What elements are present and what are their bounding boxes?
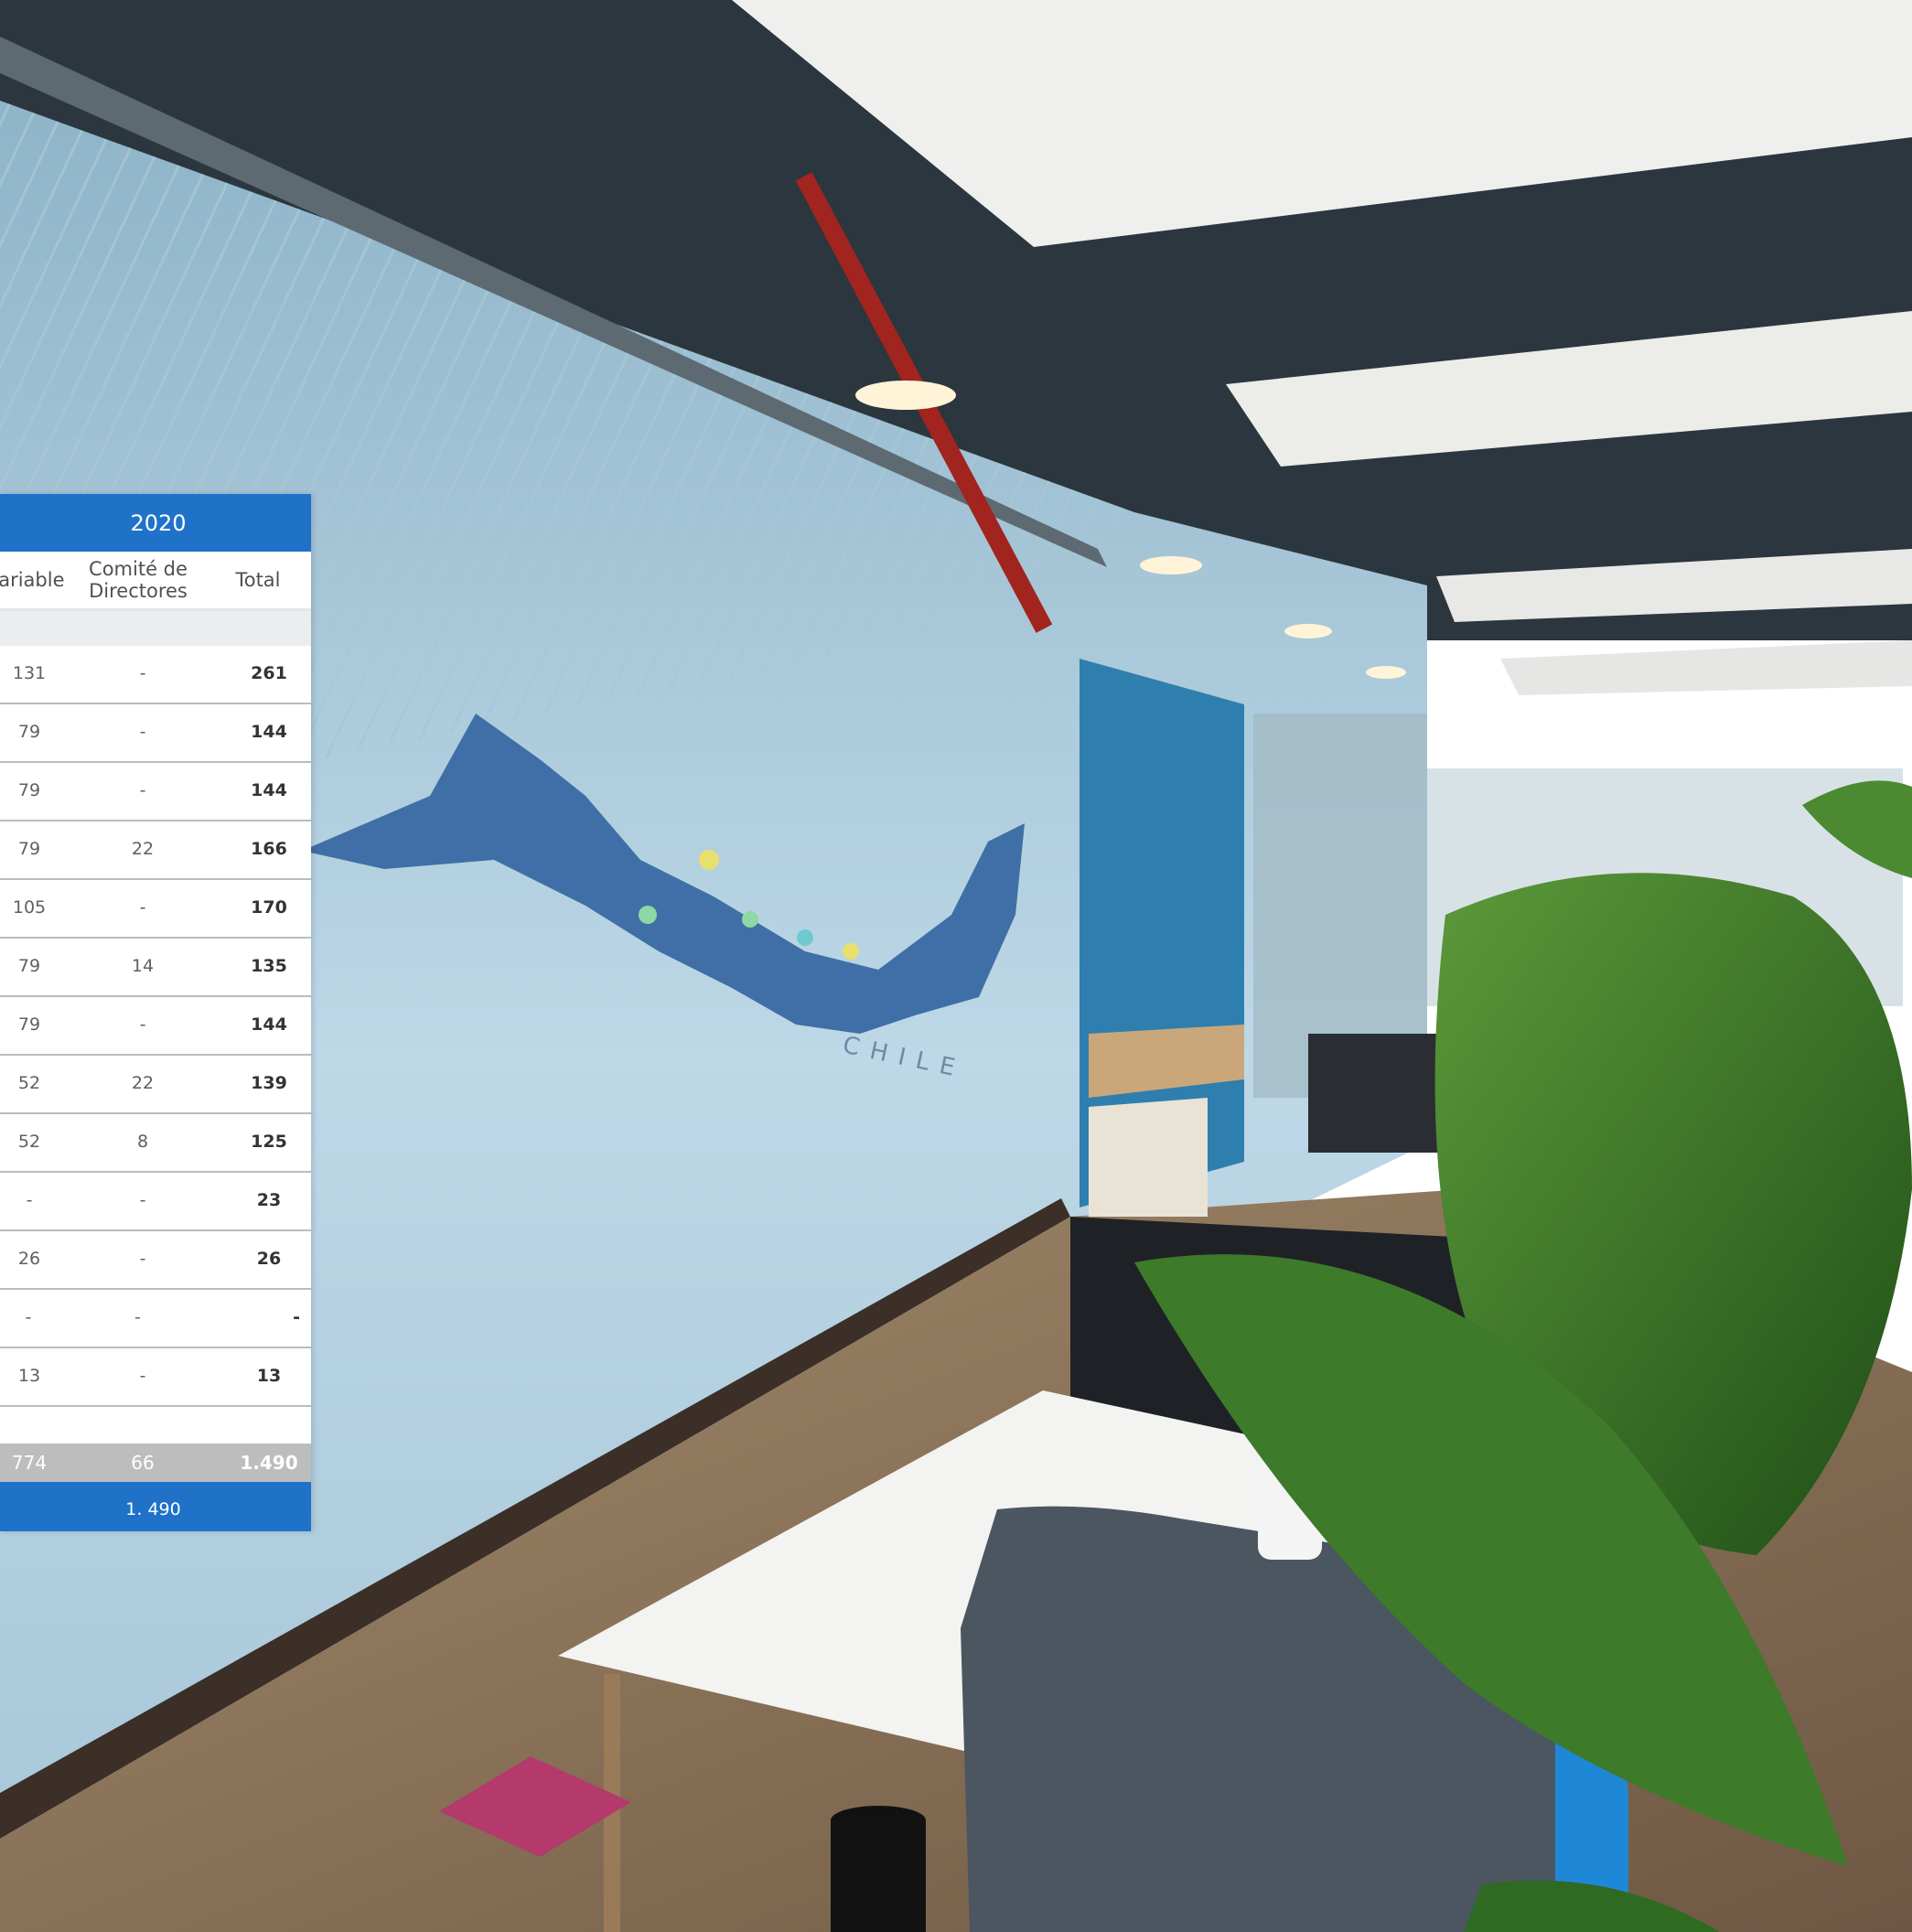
cell-total: 144 bbox=[251, 780, 287, 801]
cell-total: 125 bbox=[251, 1132, 287, 1153]
section-band bbox=[0, 611, 311, 646]
total-total: 1.490 bbox=[240, 1451, 298, 1474]
column-headers: Variable Comité de Directores Total bbox=[0, 552, 311, 611]
table-row: 79 22 166 bbox=[0, 821, 311, 880]
cell-total: 144 bbox=[251, 722, 287, 743]
cell-variable: 52 bbox=[17, 1074, 41, 1094]
cell-variable: 79 bbox=[17, 1015, 41, 1036]
table-row: 79 - 144 bbox=[0, 997, 311, 1056]
cell-total: 170 bbox=[251, 897, 287, 918]
table-row: 52 22 139 bbox=[0, 1056, 311, 1114]
column-header-total: Total bbox=[235, 568, 281, 591]
cell-comite: - bbox=[134, 1307, 141, 1328]
grand-total-row: 1. 490 bbox=[0, 1482, 311, 1531]
table-row: 131 - 261 bbox=[0, 646, 311, 704]
cell-total: 261 bbox=[251, 663, 287, 684]
cell-variable: 79 bbox=[17, 781, 41, 801]
cell-variable: - bbox=[26, 1191, 33, 1211]
cell-comite: 14 bbox=[131, 956, 155, 977]
cell-comite: - bbox=[139, 1014, 146, 1036]
cell-comite: - bbox=[139, 722, 146, 743]
grand-total-value: 1. 490 bbox=[125, 1499, 181, 1519]
table-row: - - 23 bbox=[0, 1173, 311, 1231]
table-row: 105 - 170 bbox=[0, 880, 311, 939]
total-variable: 774 bbox=[11, 1452, 48, 1474]
cell-total: - bbox=[293, 1307, 300, 1328]
table-row: - - - bbox=[0, 1290, 311, 1348]
table-row: 26 - 26 bbox=[0, 1231, 311, 1290]
cell-total: 144 bbox=[251, 1014, 287, 1036]
cell-total: 13 bbox=[256, 1366, 282, 1387]
table-row: 79 - 144 bbox=[0, 704, 311, 763]
table-body: 131 - 261 79 - 144 79 - 144 79 22 166 10… bbox=[0, 646, 311, 1407]
cell-variable: 13 bbox=[17, 1367, 41, 1387]
cell-variable: 105 bbox=[12, 898, 47, 918]
cell-total: 135 bbox=[251, 956, 287, 977]
cell-total: 23 bbox=[256, 1190, 282, 1211]
cell-comite: - bbox=[139, 1249, 146, 1270]
year-header: 2020 bbox=[0, 494, 311, 552]
cell-comite: 22 bbox=[131, 839, 155, 860]
cell-variable: 79 bbox=[17, 840, 41, 860]
cell-variable: 26 bbox=[17, 1250, 41, 1270]
cell-variable: 79 bbox=[17, 957, 41, 977]
spacer-row bbox=[0, 1407, 311, 1444]
cell-total: 139 bbox=[251, 1073, 287, 1094]
cell-variable: 52 bbox=[17, 1132, 41, 1153]
total-comite: 66 bbox=[131, 1451, 155, 1474]
totals-row: 774 66 1.490 bbox=[0, 1444, 311, 1482]
cell-variable: 131 bbox=[12, 664, 47, 684]
cell-comite: 8 bbox=[136, 1132, 149, 1153]
cell-comite: - bbox=[139, 780, 146, 801]
compensation-table: 2020 Variable Comité de Directores Total… bbox=[0, 494, 311, 1531]
cell-total: 166 bbox=[251, 839, 287, 860]
column-header-variable: Variable bbox=[0, 568, 65, 591]
cell-variable: - bbox=[25, 1308, 32, 1328]
column-header-comite: Comité de Directores bbox=[89, 557, 188, 602]
cell-total: 26 bbox=[256, 1249, 282, 1270]
cell-comite: - bbox=[139, 897, 146, 918]
table-row: 79 14 135 bbox=[0, 939, 311, 997]
cell-variable: 79 bbox=[17, 723, 41, 743]
table-row: 13 - 13 bbox=[0, 1348, 311, 1407]
cell-comite: - bbox=[139, 1366, 146, 1387]
table-row: 79 - 144 bbox=[0, 763, 311, 821]
cell-comite: - bbox=[139, 663, 146, 684]
cell-comite: 22 bbox=[131, 1073, 155, 1094]
table-row: 52 8 125 bbox=[0, 1114, 311, 1173]
cell-comite: - bbox=[139, 1190, 146, 1211]
